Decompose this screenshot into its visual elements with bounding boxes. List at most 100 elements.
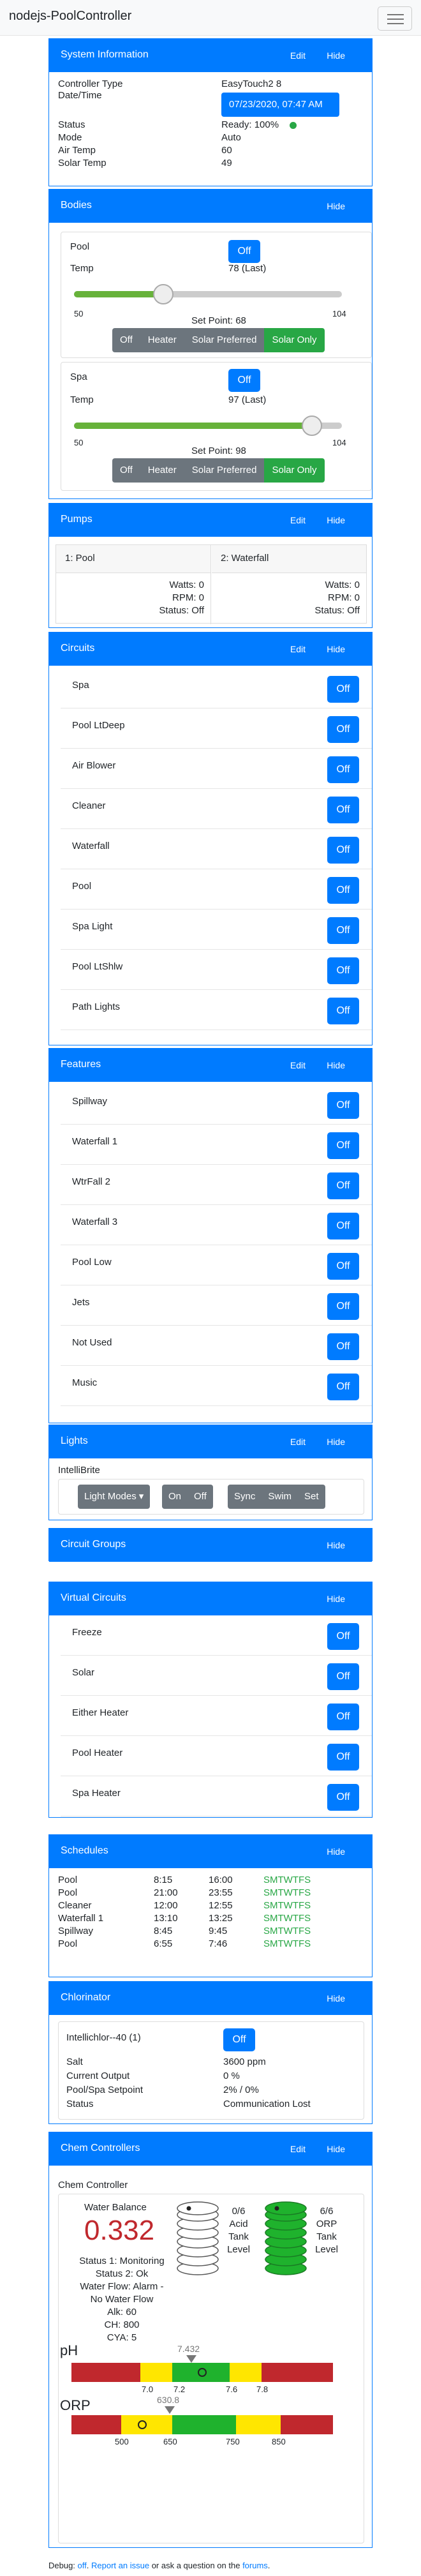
controller-type-label: Controller Type: [58, 79, 123, 89]
feature-item-label: Jets: [72, 1297, 90, 1308]
pool-body-off-button[interactable]: Off: [228, 240, 260, 263]
feature-item-label: Waterfall 3: [72, 1217, 118, 1227]
hide-button[interactable]: Hide: [319, 2140, 353, 2158]
hide-button[interactable]: Hide: [319, 1989, 353, 2007]
circuit-item-off-button[interactable]: Off: [327, 837, 359, 864]
heat-mode-off-button[interactable]: Off: [112, 328, 140, 352]
edit-button[interactable]: Edit: [283, 1056, 313, 1074]
feature-item-off-button[interactable]: Off: [327, 1092, 359, 1119]
circuits-panel: Circuits Edit Hide Spa Off Pool LtDeep Off A…: [48, 632, 373, 1045]
report-issue-link[interactable]: Report an issue: [91, 2561, 149, 2570]
circuit-item-off-button[interactable]: Off: [327, 998, 359, 1024]
light-off-button[interactable]: Off: [188, 1485, 213, 1509]
hide-button[interactable]: Hide: [319, 511, 353, 529]
feature-item-off-button[interactable]: Off: [327, 1132, 359, 1159]
feature-item-off-button[interactable]: Off: [327, 1213, 359, 1239]
pump-card: 1: Pool Watts: 0 RPM: 0 Status: Off: [56, 545, 211, 624]
circuit-item-off-button[interactable]: Off: [327, 957, 359, 984]
spa-setpoint-slider[interactable]: [74, 416, 342, 436]
edit-button[interactable]: Edit: [283, 511, 313, 529]
hide-button[interactable]: Hide: [319, 1843, 353, 1861]
light-sync-button[interactable]: Sync: [228, 1485, 262, 1509]
pool-setpoint-slider[interactable]: [74, 284, 342, 304]
slider-handle[interactable]: [152, 284, 174, 304]
heat-mode-solar-only-button[interactable]: Solar Only: [264, 458, 325, 483]
panel-title: Virtual Circuits: [61, 1592, 126, 1603]
debug-toggle-link[interactable]: off: [78, 2561, 87, 2570]
pump-rpm: RPM: 0: [327, 592, 360, 603]
heat-mode-solar-preferred-button[interactable]: Solar Preferred: [184, 458, 265, 483]
schedule-days: SMTWTFS: [263, 1887, 311, 1898]
orp-tank-icon: [265, 2201, 307, 2275]
feature-item-off-button[interactable]: Off: [327, 1293, 359, 1320]
slider-handle[interactable]: [302, 416, 323, 436]
schedule-end: 16:00: [209, 1875, 233, 1885]
light-set-button[interactable]: Set: [298, 1485, 325, 1509]
circuit-item-off-button[interactable]: Off: [327, 917, 359, 944]
mode-label: Mode: [58, 132, 82, 143]
chlorinator-status-label: Status: [66, 2099, 94, 2109]
menu-toggle-button[interactable]: [378, 6, 412, 31]
heat-mode-heater-button[interactable]: Heater: [140, 328, 184, 352]
virtual-circuit-item-off-button[interactable]: Off: [327, 1784, 359, 1811]
light-on-button[interactable]: On: [162, 1485, 188, 1509]
feature-item-off-button[interactable]: Off: [327, 1253, 359, 1280]
edit-button[interactable]: Edit: [283, 1433, 313, 1451]
virtual-circuit-item-off-button[interactable]: Off: [327, 1704, 359, 1730]
heat-mode-solar-preferred-button[interactable]: Solar Preferred: [184, 328, 265, 352]
feature-item: Spillway Off: [61, 1084, 372, 1125]
ph-tick-7-6: 7.6: [226, 2385, 238, 2394]
hide-button[interactable]: Hide: [319, 47, 353, 64]
edit-button[interactable]: Edit: [283, 47, 313, 64]
temp-label: Temp: [70, 263, 94, 274]
chlorinator-status-value: Communication Lost: [223, 2099, 311, 2109]
feature-item: Not Used Off: [61, 1326, 372, 1366]
circuit-item-label: Spa: [72, 680, 89, 691]
panel-header: Chlorinator Hide: [49, 1982, 372, 2015]
feature-item-off-button[interactable]: Off: [327, 1333, 359, 1360]
feature-item-off-button[interactable]: Off: [327, 1374, 359, 1400]
orp-label: ORP: [60, 2397, 91, 2413]
panel-title: Circuit Groups: [61, 1539, 126, 1550]
hide-button[interactable]: Hide: [319, 1536, 353, 1554]
heat-mode-off-button[interactable]: Off: [112, 458, 140, 483]
virtual-circuit-item-off-button[interactable]: Off: [327, 1623, 359, 1650]
circuit-item-off-button[interactable]: Off: [327, 797, 359, 823]
hide-button[interactable]: Hide: [319, 640, 353, 658]
heat-mode-heater-button[interactable]: Heater: [140, 458, 184, 483]
pump-watts: Watts: 0: [325, 580, 360, 590]
hide-button[interactable]: Hide: [319, 1433, 353, 1451]
hide-button[interactable]: Hide: [319, 1590, 353, 1608]
circuit-item-label: Pool: [72, 881, 92, 892]
spa-temp-value: 97 (Last): [228, 394, 267, 405]
water-flow-status: Water Flow: Alarm -: [80, 2281, 164, 2292]
panel-title: System Information: [61, 49, 149, 60]
circuit-item-off-button[interactable]: Off: [327, 756, 359, 783]
chlorinator-off-button[interactable]: Off: [223, 2028, 255, 2051]
circuit-item-off-button[interactable]: Off: [327, 716, 359, 743]
panel-header: Schedules Hide: [49, 1835, 372, 1868]
virtual-circuit-item-off-button[interactable]: Off: [327, 1744, 359, 1771]
hide-button[interactable]: Hide: [319, 197, 353, 215]
feature-item-off-button[interactable]: Off: [327, 1172, 359, 1199]
brand-title[interactable]: nodejs-PoolController: [9, 9, 131, 24]
hamburger-line-icon: [387, 19, 404, 20]
temp-label: Temp: [70, 394, 94, 405]
feature-item-label: Waterfall 1: [72, 1136, 118, 1147]
virtual-circuit-item-off-button[interactable]: Off: [327, 1663, 359, 1690]
datetime-button[interactable]: 07/23/2020, 07:47 AM: [221, 93, 339, 117]
circuit-item-off-button[interactable]: Off: [327, 877, 359, 904]
alkalinity-value: Alk: 60: [107, 2307, 137, 2318]
forums-link[interactable]: forums: [242, 2561, 268, 2570]
orp-tank-label-1: ORP: [316, 2219, 337, 2229]
spa-body-off-button[interactable]: Off: [228, 369, 260, 392]
ph-pointer-icon: [186, 2355, 196, 2363]
heat-mode-solar-only-button[interactable]: Solar Only: [264, 328, 325, 352]
circuit-item-off-button[interactable]: Off: [327, 676, 359, 703]
feature-item: Pool Low Off: [61, 1245, 372, 1285]
light-modes-dropdown[interactable]: Light Modes ▾: [78, 1485, 151, 1509]
hide-button[interactable]: Hide: [319, 1056, 353, 1074]
edit-button[interactable]: Edit: [283, 640, 313, 658]
edit-button[interactable]: Edit: [283, 2140, 313, 2158]
light-swim-button[interactable]: Swim: [262, 1485, 299, 1509]
